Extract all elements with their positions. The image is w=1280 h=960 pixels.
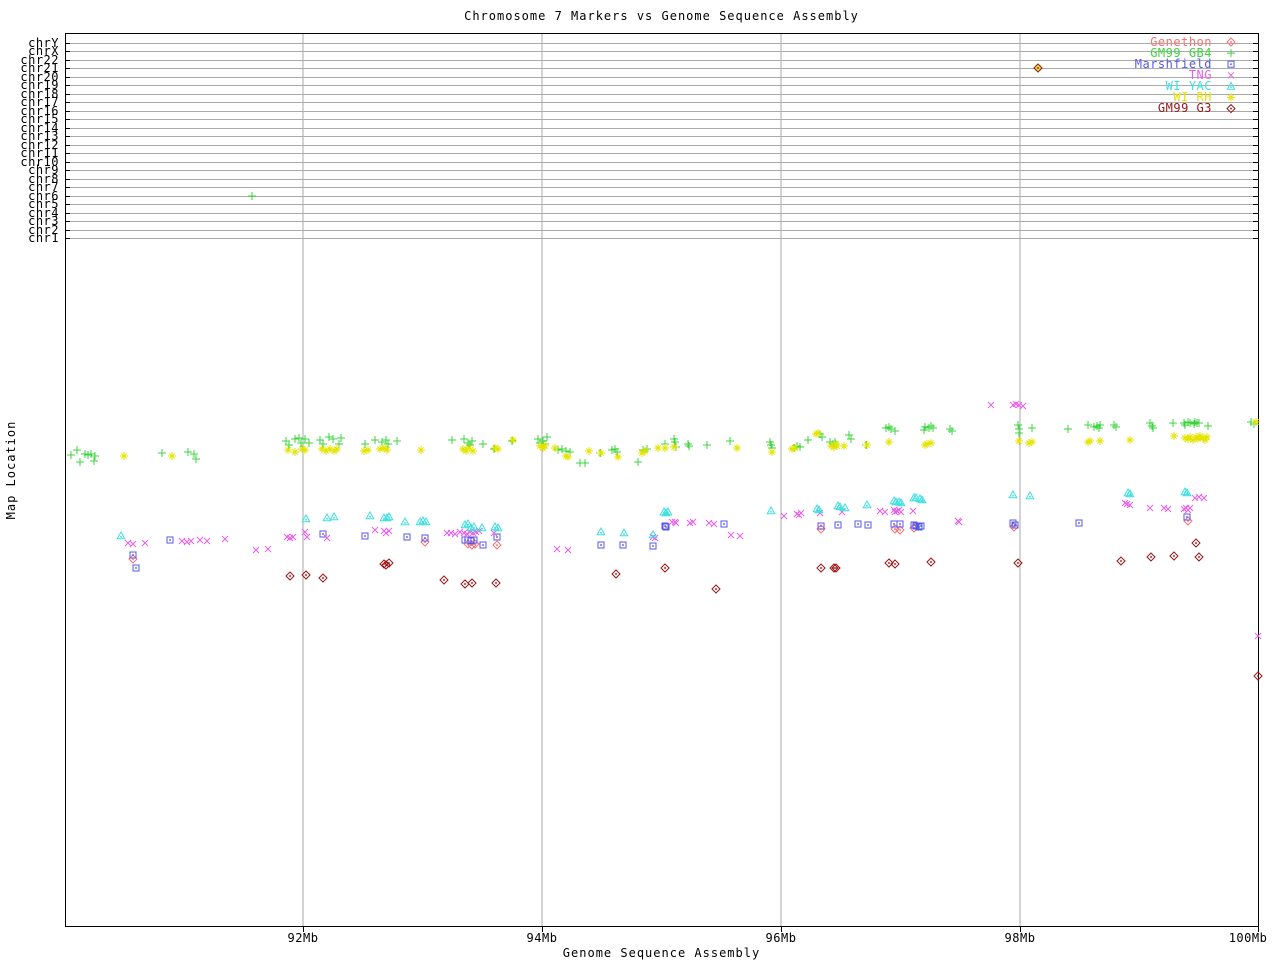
chr-label-chr1: chr1 [28,231,59,245]
legend-item-gm99-g3: GM99 G3 [1157,101,1212,116]
x-tick-label-98Mb: 98Mb [1004,931,1036,945]
series-marshfield [129,513,1191,572]
series-gm99-gb4 [67,192,1258,467]
series-wi-yac [116,486,1192,540]
x-tick-label-92Mb: 92Mb [287,931,319,945]
series-wi-rh [120,64,1260,461]
plot-frame [65,33,1259,927]
x-tick-label-96Mb: 96Mb [765,931,797,945]
x-tick-label-100Mb: 100Mb [1228,931,1268,945]
gridlines [302,33,1021,926]
x-tick-label-94Mb: 94Mb [526,931,558,945]
chart-canvas: Chromosome 7 Markers vs Genome Sequence … [0,0,1280,960]
plot-area [65,33,1263,932]
series-gm99-g3 [285,63,1263,681]
chromosome-rows [65,43,1258,239]
legend-markers [1226,37,1236,114]
